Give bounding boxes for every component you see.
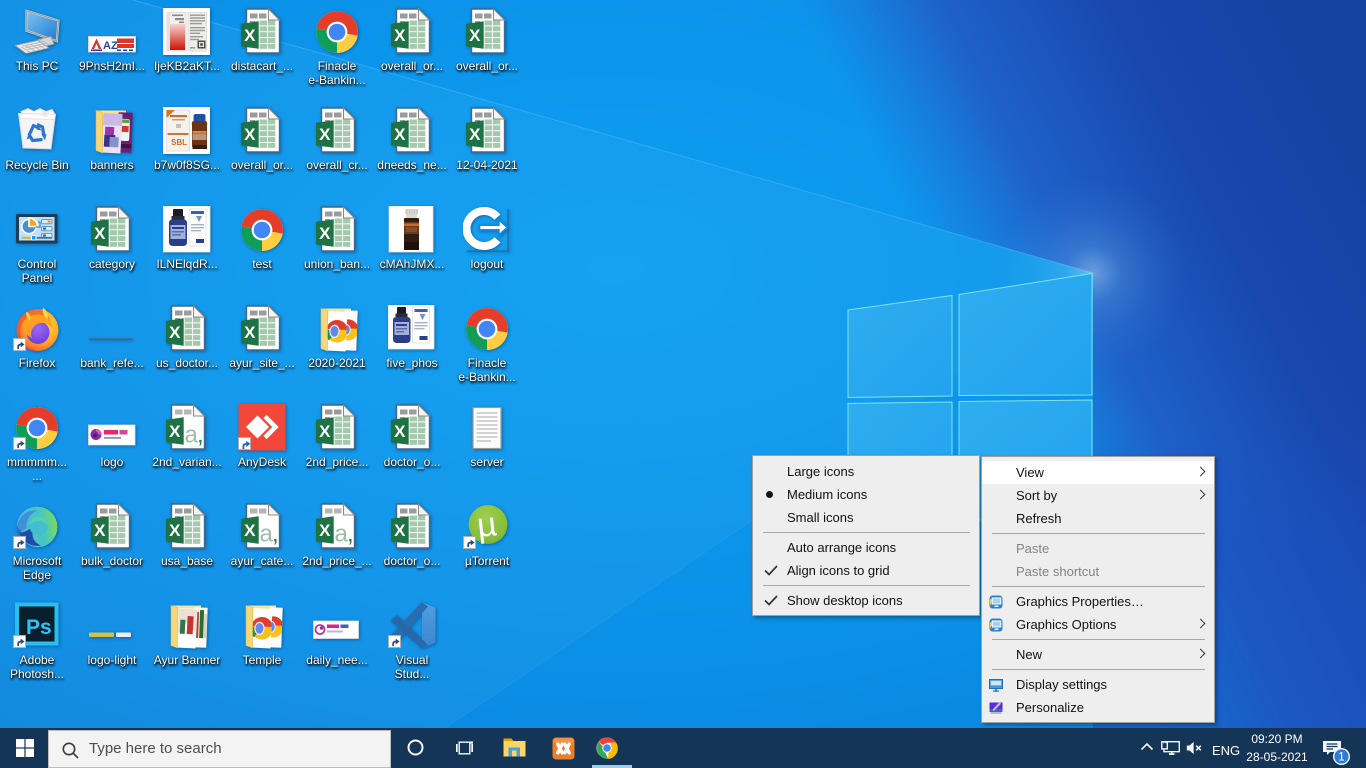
svg-text:1: 1 [1338, 752, 1344, 764]
